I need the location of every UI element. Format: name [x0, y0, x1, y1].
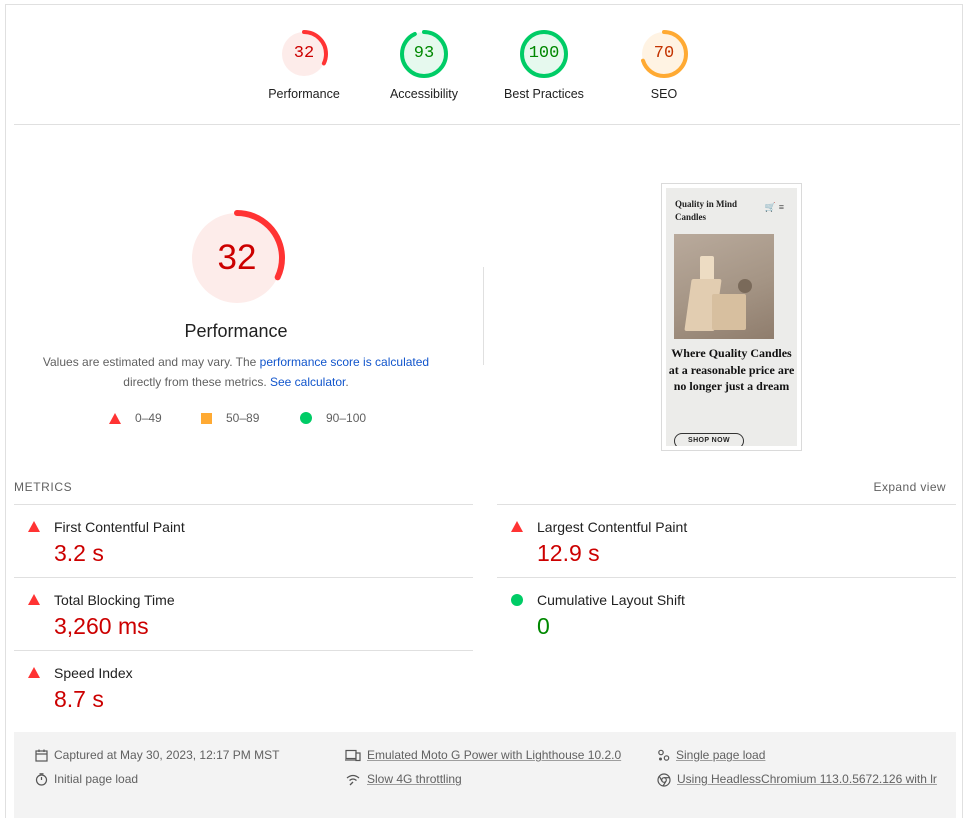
pass-circle-icon [511, 594, 523, 606]
legend-label: 0–49 [135, 411, 162, 425]
timer-icon [35, 773, 48, 786]
gauge-ring: 93 [399, 29, 449, 79]
wifi-icon [346, 774, 360, 786]
fail-triangle-icon [28, 521, 40, 532]
gauge-score: 93 [413, 44, 435, 63]
site-headline: Where Quality Candles at a reasonable pr… [668, 346, 795, 393]
initial-load-text: Initial page load [54, 772, 139, 786]
desc-text: directly from these metrics. [123, 375, 270, 389]
circle-icon [300, 412, 312, 424]
initial-load: Initial page load [35, 772, 138, 791]
gauge-accessibility[interactable]: 93 Accessibility [369, 29, 479, 101]
performance-title: Performance [184, 321, 288, 341]
metric-title: Speed Index [54, 665, 133, 681]
network-throttling[interactable]: Slow 4G throttling [345, 772, 462, 791]
candle-shape [712, 294, 746, 330]
device-text[interactable]: Emulated Moto G Power with Lighthouse 10… [367, 743, 621, 767]
screenshot-content: Quality in Mind Candles 🛒≡ Where Quality… [666, 188, 797, 446]
gauge-ring: 70 [639, 29, 689, 79]
gauge-ring: 32 [279, 29, 329, 79]
metric-title: First Contentful Paint [54, 519, 185, 535]
gauge-performance[interactable]: 32 Performance [249, 29, 359, 101]
browser-text[interactable]: Using HeadlessChromium 113.0.5672.126 wi… [677, 767, 937, 791]
metric-tbt: Total Blocking Time 3,260 ms [14, 577, 473, 650]
captured-at: Captured at May 30, 2023, 12:17 PM MST [35, 748, 279, 767]
gauge-best-practices[interactable]: 100 Best Practices [489, 29, 599, 101]
fail-triangle-icon [28, 594, 40, 605]
performance-score: 32 [217, 238, 257, 277]
desc-text: . [345, 375, 349, 389]
category-gauges: 32 Performance 93 Accessibility 100 Best… [6, 5, 964, 124]
gauge-score: 100 [528, 44, 560, 63]
metrics-heading: METRICS [14, 480, 73, 494]
fail-triangle-icon [28, 667, 40, 678]
dried-flower [738, 279, 752, 293]
gauge-seo[interactable]: 70 SEO [609, 29, 719, 101]
shop-now-button: SHOP NOW [674, 433, 744, 446]
desc-text: Values are estimated and may vary. The [42, 355, 260, 369]
gauge-score: 32 [293, 44, 315, 63]
metric-title: Cumulative Layout Shift [537, 592, 685, 608]
see-calculator-link[interactable]: See calculator [270, 375, 345, 389]
gauge-label: SEO [650, 87, 678, 101]
gauge-score: 70 [653, 44, 675, 63]
metric-value: 3.2 s [54, 540, 104, 566]
metric-fcp: First Contentful Paint 3.2 s [14, 504, 473, 577]
score-legend: 0–49 50–89 90–100 [6, 411, 486, 431]
legend-label: 90–100 [326, 411, 367, 425]
gauge-label: Accessibility [389, 87, 459, 101]
session-text[interactable]: Single page load [676, 743, 765, 767]
calendar-icon [35, 749, 48, 762]
performance-description: Values are estimated and may vary. The p… [31, 352, 441, 392]
devices-icon [345, 749, 361, 762]
legend-label: 50–89 [226, 411, 260, 425]
gauge-ring: 100 [519, 29, 569, 79]
legend-average: 50–89 [201, 411, 259, 425]
candle-photo [674, 234, 774, 339]
gauge-label: Performance [268, 87, 340, 101]
square-icon [201, 412, 212, 424]
runtime-settings: Captured at May 30, 2023, 12:17 PM MST I… [14, 732, 956, 818]
vertical-divider [483, 267, 484, 365]
metric-title: Total Blocking Time [54, 592, 175, 608]
throttling-text[interactable]: Slow 4G throttling [367, 767, 462, 791]
performance-big-gauge: 32 [187, 208, 287, 308]
metric-value: 0 [537, 613, 550, 639]
metric-title: Largest Contentful Paint [537, 519, 688, 535]
person-icon [658, 749, 670, 761]
metric-si: Speed Index 8.7 s [14, 650, 473, 723]
divider [14, 124, 960, 125]
metric-value: 8.7 s [54, 686, 104, 712]
metric-cls: Cumulative Layout Shift 0 [497, 577, 956, 650]
cart-menu-icons: 🛒≡ [764, 202, 787, 212]
legend-fail: 0–49 [109, 411, 162, 425]
device-emulation[interactable]: Emulated Moto G Power with Lighthouse 10… [345, 748, 621, 767]
score-calculated-link[interactable]: performance score is calculated [260, 355, 429, 369]
final-screenshot[interactable]: Quality in Mind Candles 🛒≡ Where Quality… [661, 183, 802, 451]
browser-info[interactable]: Using HeadlessChromium 113.0.5672.126 wi… [657, 772, 947, 791]
gauge-label: Best Practices [504, 87, 584, 101]
metric-value: 3,260 ms [54, 613, 149, 639]
site-brand: Quality in Mind Candles [675, 199, 738, 222]
session-type[interactable]: Single page load [657, 748, 765, 767]
triangle-icon [109, 412, 121, 424]
report-frame: 32 Performance 93 Accessibility 100 Best… [5, 4, 963, 818]
fail-triangle-icon [511, 521, 523, 532]
legend-pass: 90–100 [300, 411, 366, 425]
metric-value: 12.9 s [537, 540, 600, 566]
expand-view-toggle[interactable]: Expand view [874, 480, 946, 494]
captured-text: Captured at May 30, 2023, 12:17 PM MST [54, 748, 280, 762]
chrome-icon [657, 773, 671, 787]
metric-lcp: Largest Contentful Paint 12.9 s [497, 504, 956, 577]
